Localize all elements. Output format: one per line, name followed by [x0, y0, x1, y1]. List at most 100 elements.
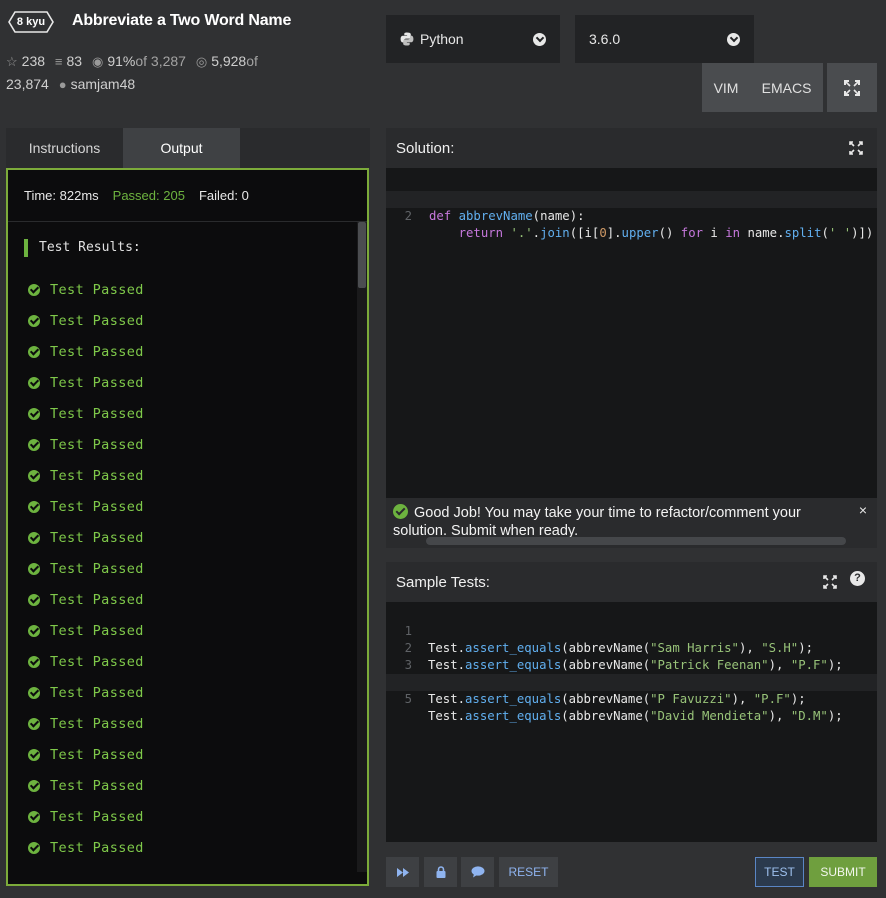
test-result-text: Test Passed: [50, 715, 144, 732]
check-circle-icon: [28, 748, 40, 761]
test-result-item: Test Passed: [28, 367, 144, 398]
test-result-text: Test Passed: [50, 684, 144, 701]
check-circle-icon: [28, 624, 40, 637]
kata-stats: ☆ 238 ≡ 83 ◉ 91% of 3,287 ◎ 5,928 of 23,874 …: [6, 50, 306, 96]
author-name[interactable]: samjam48: [71, 73, 136, 96]
test-result-item: Test Passed: [28, 801, 144, 832]
check-circle-icon: [28, 841, 40, 854]
solution-editor[interactable]: 1 def abbrevName(name): 2 return '.'.joi…: [386, 168, 877, 498]
version-label: 3.6.0: [589, 31, 621, 47]
code-text: Test.assert_equals(abbrevName("David Men…: [428, 709, 843, 723]
test-result-item: Test Passed: [28, 398, 144, 429]
author-stat[interactable]: ● samjam48: [59, 73, 135, 96]
version-select[interactable]: 3.6.0: [575, 15, 754, 63]
check-circle-icon: [28, 314, 40, 327]
test-result-item: Test Passed: [28, 522, 144, 553]
test-result-item: Test Passed: [28, 677, 144, 708]
test-result-text: Test Passed: [50, 281, 144, 298]
check-circle-icon: [28, 469, 40, 482]
check-circle-icon: [28, 531, 40, 544]
code-line: 3 Test.assert_equals(abbrevName("Evan Co…: [386, 640, 877, 689]
test-result-text: Test Passed: [50, 436, 144, 453]
failed-count: Failed: 0: [198, 188, 249, 203]
expand-icon[interactable]: [823, 575, 837, 589]
test-result-text: Test Passed: [50, 343, 144, 360]
test-result-item: Test Passed: [28, 863, 144, 873]
collections-stat[interactable]: ≡ 83: [55, 50, 82, 73]
test-result-item: Test Passed: [28, 584, 144, 615]
emacs-button[interactable]: EMACS: [762, 80, 812, 96]
submit-button[interactable]: SUBMIT: [809, 857, 877, 887]
chevron-down-icon: [533, 32, 546, 46]
stars-count: 238: [21, 53, 46, 69]
kata-title[interactable]: Abbreviate a Two Word Name: [72, 12, 291, 30]
code-line: 1 Test.assert_equals(abbrevName("Sam Har…: [386, 606, 877, 655]
target-icon: ◎: [195, 54, 208, 69]
test-result-text: Test Passed: [50, 871, 144, 873]
line-number: 2: [404, 209, 412, 223]
test-result-text: Test Passed: [50, 622, 144, 639]
rank-badge: 8 kyu: [8, 11, 54, 33]
check-circle-icon: [28, 283, 40, 296]
rank-label: 8 kyu: [16, 16, 46, 28]
collections-count: 83: [66, 53, 83, 69]
test-result-item: Test Passed: [28, 274, 144, 305]
code-line: 2 return '.'.join([i[0].upper() for i in…: [386, 191, 877, 240]
test-results: Test Results: Test Passed Test Passed Test…: [8, 222, 353, 872]
check-circle-icon: [28, 407, 40, 420]
language-select[interactable]: Python: [386, 15, 560, 63]
code-line: 1 def abbrevName(name):: [386, 174, 877, 223]
test-button[interactable]: TEST: [755, 857, 804, 887]
tab-instructions[interactable]: Instructions: [6, 128, 123, 168]
output-panel: Time: 822ms Passed: 205 Failed: 0 Test R…: [6, 168, 369, 886]
check-circle-icon: [28, 593, 40, 606]
test-result-text: Test Passed: [50, 591, 144, 608]
test-result-text: Test Passed: [50, 808, 144, 825]
notice-scrollbar[interactable]: [426, 537, 846, 545]
code-line: 5 Test.assert_equals(abbrevName("David M…: [386, 674, 877, 723]
line-number: 5: [404, 692, 412, 706]
lock-button[interactable]: [424, 857, 457, 887]
help-icon[interactable]: ?: [850, 571, 865, 586]
check-circle-icon: [28, 655, 40, 668]
fast-forward-icon: [396, 867, 409, 877]
notice-text: Good Job! You may take your time to refa…: [393, 505, 801, 539]
output-scrollbar-thumb[interactable]: [358, 222, 366, 288]
attempts-count: 23,874: [6, 76, 49, 92]
reset-button[interactable]: RESET: [499, 857, 558, 887]
solution-header: Solution:: [386, 128, 877, 168]
fullscreen-button[interactable]: [827, 63, 877, 112]
test-result-text: Test Passed: [50, 312, 144, 329]
check-circle-icon: [28, 376, 40, 389]
code-line: 4 Test.assert_equals(abbrevName("P Favuz…: [386, 657, 877, 706]
results-list: Test Passed Test Passed Test Passed Test Pa…: [28, 274, 144, 872]
test-result-item: Test Passed: [28, 832, 144, 863]
user-icon: ●: [58, 77, 67, 92]
check-circle-icon: [28, 810, 40, 823]
vim-button[interactable]: VIM: [714, 80, 739, 96]
code-text: def abbrevName(name):: [429, 209, 585, 223]
expand-icon[interactable]: [849, 141, 863, 155]
tab-output[interactable]: Output: [123, 128, 240, 168]
close-icon[interactable]: ×: [859, 502, 867, 518]
discuss-button[interactable]: [461, 857, 494, 887]
run-sample-tests-button[interactable]: [386, 857, 419, 887]
test-result-text: Test Passed: [50, 746, 144, 763]
left-tabs: Instructions Output: [6, 128, 370, 168]
fullscreen-icon: [844, 79, 860, 96]
test-result-text: Test Passed: [50, 839, 144, 856]
sample-tests-title: Sample Tests:: [396, 573, 490, 591]
solution-title: Solution:: [396, 139, 455, 157]
test-result-item: Test Passed: [28, 646, 144, 677]
layers-icon: ≡: [54, 54, 63, 69]
output-scrollbar[interactable]: [357, 222, 367, 872]
code-text: return '.'.join([i[0].upper() for i in n…: [458, 226, 874, 240]
votes-count: of 3,287: [135, 53, 186, 69]
test-result-item: Test Passed: [28, 305, 144, 336]
star-icon: ☆: [6, 54, 18, 69]
sample-tests-editor[interactable]: 1 Test.assert_equals(abbrevName("Sam Har…: [386, 602, 877, 842]
chat-icon: [471, 866, 484, 878]
keybinding-group: VIM EMACS: [702, 63, 823, 112]
stars-stat[interactable]: ☆ 238: [6, 50, 45, 73]
test-result-text: Test Passed: [50, 529, 144, 546]
